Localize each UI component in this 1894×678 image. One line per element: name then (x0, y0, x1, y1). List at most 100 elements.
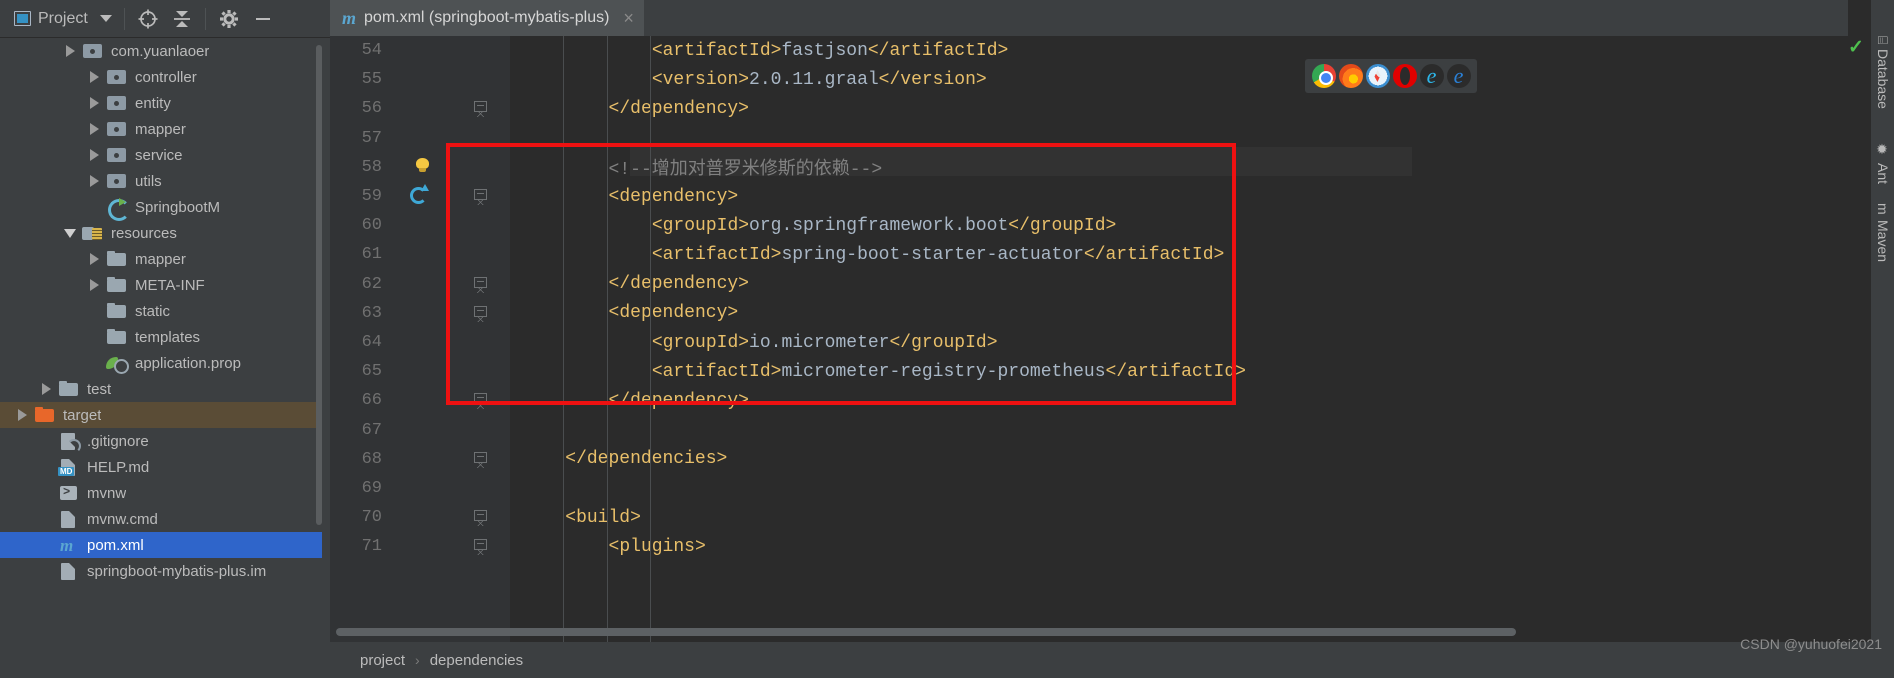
hide-panel-icon[interactable] (246, 2, 280, 36)
code-line[interactable]: <dependency> (510, 182, 1870, 211)
project-file-tree[interactable]: com.yuanlaoer controller entity mapper servi… (0, 38, 322, 678)
code-fold-up-icon[interactable] (474, 276, 487, 293)
edge-legacy-icon[interactable]: e (1419, 64, 1444, 88)
code-line[interactable]: <build> (510, 503, 1870, 532)
tree-item-controller[interactable]: controller (0, 64, 322, 90)
tree-item-springboot-mybatis-plus-im[interactable]: springboot-mybatis-plus.im (0, 558, 322, 584)
tree-item-mvnw[interactable]: mvnw (0, 480, 322, 506)
code-fold-down-icon[interactable] (474, 539, 487, 556)
expand-toggle[interactable] (82, 149, 106, 161)
tree-item-mapper[interactable]: mapper (0, 116, 322, 142)
expand-arrow-icon[interactable] (89, 71, 99, 83)
code-line[interactable]: <artifactId> spring-boot-starter-actuator… (510, 240, 1870, 269)
code-line[interactable]: <groupId> org.springframework.boot </group… (510, 211, 1870, 240)
intention-bulb-icon[interactable] (416, 157, 429, 172)
code-fold-up-icon[interactable] (474, 393, 487, 410)
expand-toggle[interactable] (82, 97, 106, 109)
editor-gutter[interactable]: 54 55 56 57 58 59 60 61 62 63 64 65 66 67 68 69 70 71 (330, 36, 510, 642)
browser-run-strip[interactable]: e e (1305, 59, 1477, 93)
expand-arrow-icon[interactable] (65, 45, 75, 57)
code-fold-up-icon[interactable] (474, 101, 487, 118)
tool-window-database[interactable]: ⌸ Database (1871, 30, 1894, 109)
editor-body[interactable]: 54 55 56 57 58 59 60 61 62 63 64 65 66 67 68 69 70 71 <ar… (330, 36, 1870, 642)
tree-item-target[interactable]: target (0, 402, 322, 428)
code-fold-down-icon[interactable] (474, 510, 487, 527)
collapse-arrow-icon[interactable] (64, 228, 76, 238)
breadcrumb-item-dependencies[interactable]: dependencies (430, 652, 523, 669)
tree-item-test[interactable]: test (0, 376, 322, 402)
tree-item-help-md[interactable]: MD HELP.md (0, 454, 322, 480)
collapse-toggle[interactable] (58, 228, 82, 238)
code-line[interactable]: <plugins> (510, 532, 1870, 561)
tree-item-meta-inf[interactable]: META-INF (0, 272, 322, 298)
code-line[interactable] (510, 474, 1870, 503)
tree-item-mapper[interactable]: mapper (0, 246, 322, 272)
expand-toggle[interactable] (82, 279, 106, 291)
expand-toggle[interactable] (82, 175, 106, 187)
code-line[interactable] (510, 416, 1870, 445)
collapse-all-icon[interactable] (165, 2, 199, 36)
expand-toggle[interactable] (34, 383, 58, 395)
project-tree-scrollbar[interactable] (316, 45, 322, 525)
chrome-icon[interactable] (1311, 64, 1336, 88)
expand-arrow-icon[interactable] (89, 253, 99, 265)
tree-item-templates[interactable]: templates (0, 324, 322, 350)
maven-reimport-icon[interactable] (410, 184, 430, 205)
tree-item-entity[interactable]: entity (0, 90, 322, 116)
tree-item-com-yuanlaoer[interactable]: com.yuanlaoer (0, 38, 322, 64)
line-number: 65 (361, 362, 382, 382)
tree-item-mvnw-cmd[interactable]: mvnw.cmd (0, 506, 322, 532)
expand-arrow-icon[interactable] (41, 383, 51, 395)
project-view-selector[interactable]: Project (0, 0, 118, 38)
code-line[interactable]: <artifactId> micrometer-registry-promethe… (510, 357, 1870, 386)
tool-window-maven[interactable]: m Maven (1871, 197, 1894, 262)
expand-toggle[interactable] (82, 123, 106, 135)
tab-pom-xml[interactable]: m pom.xml (springboot-mybatis-plus) × (330, 0, 644, 36)
tree-item-springbootm[interactable]: SpringbootM (0, 194, 322, 221)
inspection-status-icon[interactable]: ✓ (1848, 36, 1864, 59)
code-fold-down-icon[interactable] (474, 305, 487, 322)
tree-item-resources[interactable]: resources (0, 220, 322, 246)
editor-horizontal-scrollbar[interactable] (336, 628, 1516, 636)
chevron-down-icon[interactable] (99, 15, 112, 22)
code-line[interactable]: <!--增加对普罗米修斯的依赖--> (510, 153, 1870, 182)
code-line[interactable]: </dependencies> (510, 445, 1870, 474)
code-line[interactable]: <dependency> (510, 299, 1870, 328)
code-fold-up-icon[interactable] (474, 451, 487, 468)
expand-arrow-icon[interactable] (89, 279, 99, 291)
code-content[interactable]: <artifactId> fastjson </artifactId> <versio… (510, 36, 1870, 642)
edge-chromium-icon[interactable]: e (1446, 64, 1471, 88)
expand-arrow-icon[interactable] (89, 175, 99, 187)
code-line[interactable]: <version> 2.0.11.graal </version> (510, 65, 1870, 94)
tree-item-utils[interactable]: utils (0, 168, 322, 194)
tree-item-pom-xml[interactable]: m pom.xml (0, 532, 322, 558)
tree-item-label: mvnw (87, 484, 127, 502)
expand-toggle[interactable] (82, 71, 106, 83)
code-line[interactable]: <artifactId> fastjson </artifactId> (510, 36, 1870, 65)
code-fold-down-icon[interactable] (474, 189, 487, 206)
expand-arrow-icon[interactable] (89, 97, 99, 109)
tree-item-service[interactable]: service (0, 142, 322, 168)
code-line[interactable]: </dependency> (510, 386, 1870, 415)
expand-toggle[interactable] (58, 45, 82, 57)
firefox-icon[interactable] (1338, 64, 1363, 88)
tree-item--gitignore[interactable]: .gitignore (0, 428, 322, 454)
code-line[interactable]: </dependency> (510, 94, 1870, 123)
code-line[interactable]: </dependency> (510, 270, 1870, 299)
close-icon[interactable]: × (623, 9, 634, 27)
breadcrumb-item-project[interactable]: project (360, 652, 405, 669)
code-line[interactable]: <groupId> io.micrometer </groupId> (510, 328, 1870, 357)
expand-arrow-icon[interactable] (17, 409, 27, 421)
tool-window-ant[interactable]: ✹ Ant (1871, 136, 1894, 184)
opera-icon[interactable] (1392, 64, 1417, 88)
tree-item-static[interactable]: static (0, 298, 322, 324)
code-line[interactable] (510, 124, 1870, 153)
expand-toggle[interactable] (82, 253, 106, 265)
expand-arrow-icon[interactable] (89, 123, 99, 135)
expand-toggle[interactable] (10, 409, 34, 421)
tree-item-application-prop[interactable]: application.prop (0, 350, 322, 376)
settings-gear-icon[interactable] (212, 2, 246, 36)
safari-icon[interactable] (1365, 64, 1390, 88)
locate-icon[interactable] (131, 2, 165, 36)
expand-arrow-icon[interactable] (89, 149, 99, 161)
